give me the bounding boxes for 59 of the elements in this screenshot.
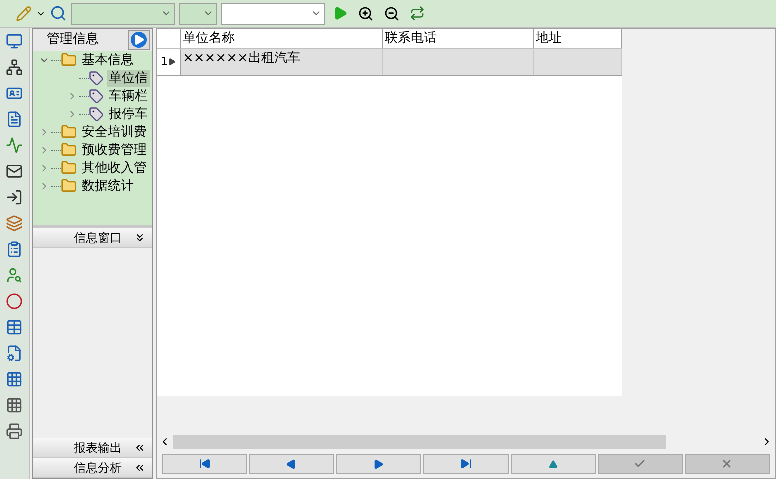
- tag-icon: [89, 106, 104, 122]
- previous-icon: [286, 458, 298, 470]
- grid-icon[interactable]: [6, 371, 23, 388]
- up-triangle-icon: [548, 460, 558, 468]
- envelope-icon[interactable]: [6, 163, 23, 180]
- layers-icon[interactable]: [6, 215, 23, 232]
- navigator-button[interactable]: [249, 454, 334, 474]
- scrollbar-thumb[interactable]: [173, 434, 666, 448]
- document-icon[interactable]: [6, 111, 23, 128]
- printer-icon[interactable]: [6, 423, 23, 440]
- card-icon[interactable]: [6, 85, 23, 102]
- network-icon[interactable]: [6, 59, 23, 76]
- table-cell: ××××××出租汽车: [181, 49, 383, 75]
- tree-item[interactable]: 其他收入管: [80, 160, 149, 176]
- navigator-button[interactable]: [162, 454, 248, 474]
- import-icon[interactable]: [6, 189, 23, 206]
- last-record-icon: [460, 458, 472, 470]
- tag-icon: [89, 70, 104, 86]
- navigator-button[interactable]: [510, 454, 596, 474]
- folder-icon: [61, 52, 77, 68]
- close-icon: [721, 458, 734, 470]
- table-icon[interactable]: [6, 319, 23, 336]
- navigator-button[interactable]: [336, 454, 422, 474]
- column-header[interactable]: 联系电话: [383, 29, 534, 48]
- row-number: 1: [161, 54, 168, 70]
- tree-item[interactable]: 安全培训费: [80, 124, 149, 140]
- panel-header[interactable]: 信息窗口: [33, 228, 152, 248]
- tree-item[interactable]: 单位信: [107, 70, 150, 86]
- monitor-icon[interactable]: [6, 33, 23, 50]
- tree-item[interactable]: 基本信息: [80, 52, 136, 68]
- navigator-button[interactable]: [423, 454, 509, 474]
- swap-icon[interactable]: [410, 6, 425, 21]
- check-icon: [634, 458, 646, 470]
- first-record-icon: [198, 458, 211, 470]
- folder-icon: [61, 124, 77, 140]
- folder-icon: [61, 160, 77, 176]
- next-icon: [373, 458, 384, 470]
- search-icon[interactable]: [50, 5, 67, 22]
- column-header[interactable]: 单位名称: [181, 29, 383, 48]
- zoom-out-icon[interactable]: [384, 6, 400, 22]
- tree-item[interactable]: 车辆栏: [107, 88, 150, 104]
- navigate-button[interactable]: [128, 30, 150, 50]
- tree-item[interactable]: 报停车: [107, 106, 150, 122]
- panel-header[interactable]: 报表输出: [33, 438, 152, 458]
- tree-item[interactable]: 数据统计: [80, 178, 136, 194]
- tag-icon: [89, 88, 104, 104]
- panel-header[interactable]: 信息分析: [33, 458, 152, 478]
- folder-icon: [61, 142, 77, 158]
- document-settings-icon[interactable]: [6, 345, 23, 362]
- panel-title: 管理信息: [47, 31, 99, 50]
- folder-icon: [61, 178, 77, 194]
- column-header[interactable]: 地址: [534, 29, 622, 48]
- zoom-in-icon[interactable]: [358, 6, 374, 22]
- chart-icon[interactable]: [6, 137, 23, 154]
- double-chevron-down-icon: [134, 232, 146, 244]
- user-search-icon[interactable]: [6, 267, 23, 284]
- combo-box[interactable]: [221, 2, 325, 24]
- tree-item[interactable]: 预收费管理: [80, 142, 149, 158]
- clipboard-icon[interactable]: [6, 241, 23, 258]
